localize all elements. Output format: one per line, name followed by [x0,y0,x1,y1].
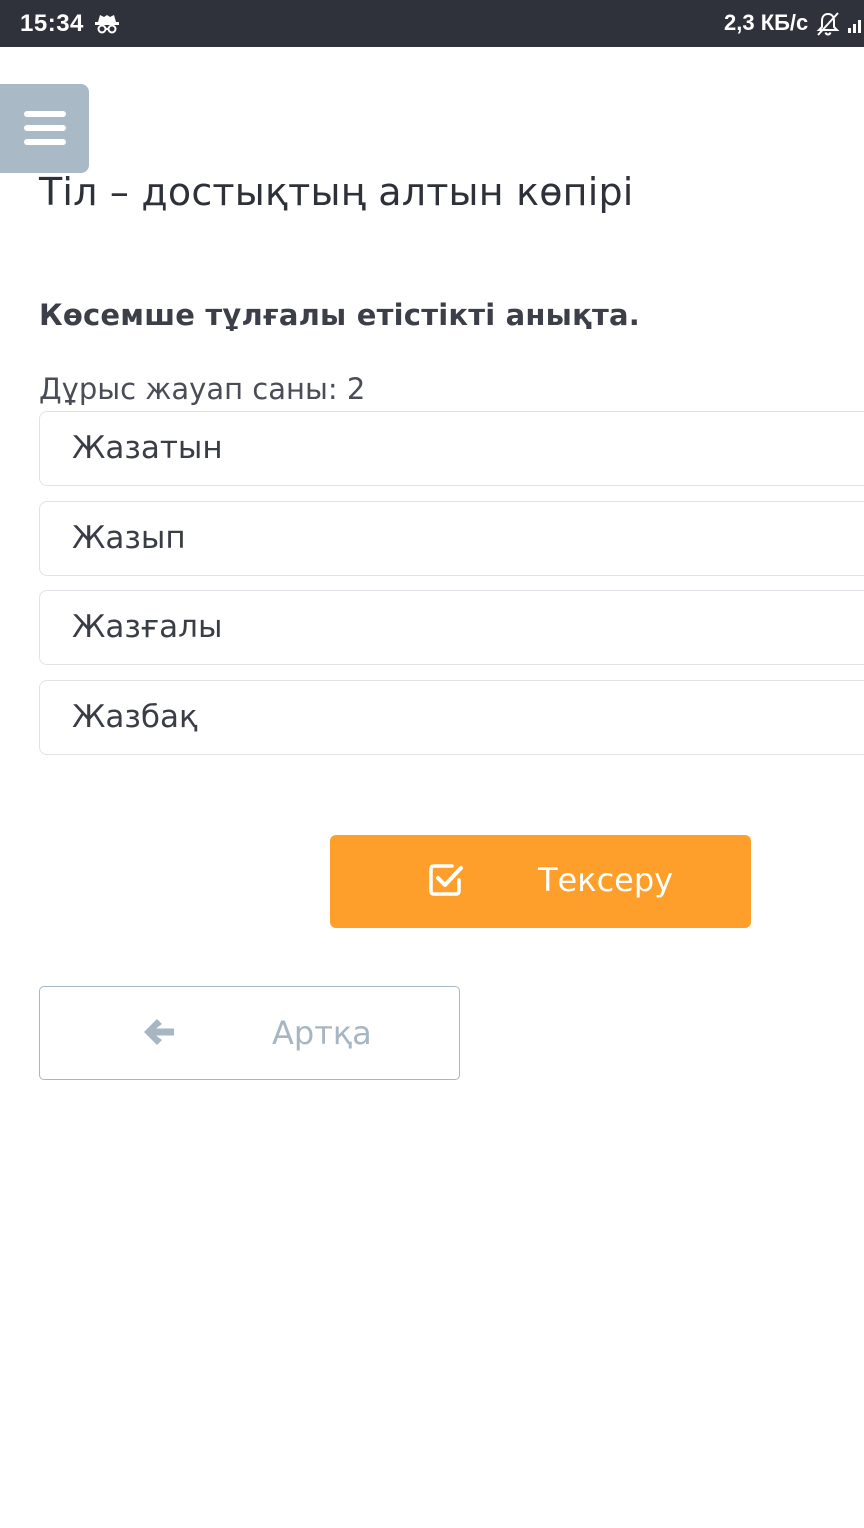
status-time: 15:34 [20,10,84,37]
check-button[interactable]: Тексеру [330,835,751,928]
status-bar: 15:34 2,3 КБ/с [0,0,864,47]
answer-option[interactable]: Жазғалы [39,590,864,665]
network-speed: 2,3 КБ/с [724,10,809,35]
incognito-icon [94,13,120,35]
answer-option-label: Жазатын [72,430,223,466]
signal-icon [848,14,864,34]
answer-option[interactable]: Жазбақ [39,680,864,755]
answer-option-label: Жазып [72,520,186,556]
answer-option-label: Жазбақ [72,699,198,735]
back-button[interactable]: Артқа [39,986,460,1080]
answer-option-label: Жазғалы [72,609,223,645]
check-button-label: Тексеру [538,861,674,899]
checkbox-checked-icon [428,862,464,898]
arrow-left-icon [142,1016,176,1048]
answer-option[interactable]: Жазатын [39,411,864,486]
answer-count: Дұрыс жауап саны: 2 [39,372,366,406]
back-button-label: Артқа [272,1014,372,1052]
menu-button[interactable] [0,84,89,173]
page-title: Тіл – достықтың алтын көпірі [39,170,634,214]
bell-off-icon [816,11,840,37]
question-text: Көсемше тұлғалы етістікті анықта. [39,298,640,332]
answer-option[interactable]: Жазып [39,501,864,576]
